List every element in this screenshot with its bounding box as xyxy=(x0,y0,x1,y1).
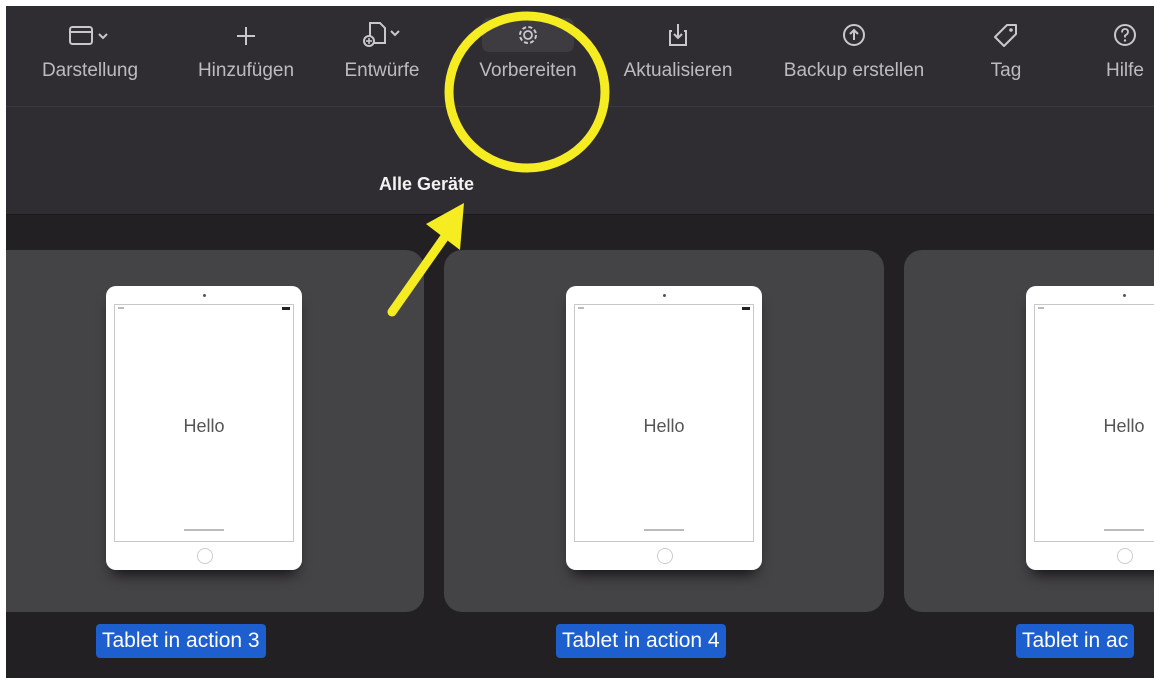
toolbar-hilfe-button[interactable]: Hilfe xyxy=(1096,6,1154,106)
device-tile[interactable]: Hello xyxy=(904,250,1154,612)
toolbar-aktualisieren-label: Aktualisieren xyxy=(623,60,733,81)
toolbar-hilfe-label: Hilfe xyxy=(1105,60,1144,81)
tablet-thumbnail: Hello xyxy=(1026,286,1154,570)
toolbar-darstellung-button[interactable]: Darstellung xyxy=(34,6,146,106)
toolbar: Darstellung Hinzufügen Entwürfe Vorberei… xyxy=(6,6,1154,215)
download-tray-icon xyxy=(666,6,690,54)
battery-icon xyxy=(282,307,290,310)
status-bar-left xyxy=(118,307,124,309)
section-title: Alle Geräte xyxy=(379,174,475,194)
toolbar-tag-button[interactable]: Tag xyxy=(976,6,1036,106)
toolbar-darstellung-label: Darstellung xyxy=(41,60,139,81)
toolbar-backup-button[interactable]: Backup erstellen xyxy=(768,6,940,106)
tablet-thumbnail: Hello xyxy=(566,286,762,570)
home-button-icon xyxy=(197,548,213,564)
toolbar-aktualisieren-button[interactable]: Aktualisieren xyxy=(612,6,744,106)
camera-dot xyxy=(202,294,206,297)
document-add-icon xyxy=(358,6,406,54)
window-icon xyxy=(66,6,114,54)
toolbar-entwuerfe-button[interactable]: Entwürfe xyxy=(334,6,430,106)
toolbar-vorbereiten-label: Vorbereiten xyxy=(479,60,577,81)
home-button-icon xyxy=(1117,548,1133,564)
battery-icon xyxy=(742,307,750,310)
tablet-screen: Hello xyxy=(1034,304,1154,542)
app-window: Darstellung Hinzufügen Entwürfe Vorberei… xyxy=(6,6,1154,678)
tablet-thumbnail: Hello xyxy=(106,286,302,570)
status-bar-left xyxy=(578,307,584,309)
press-home-text xyxy=(184,529,224,531)
status-bar-left xyxy=(1038,307,1044,309)
press-home-text xyxy=(644,529,684,531)
toolbar-tag-label: Tag xyxy=(990,60,1022,81)
device-name-label[interactable]: Tablet in action 4 xyxy=(556,624,726,658)
tablet-screen: Hello xyxy=(574,304,754,542)
toolbar-entwuerfe-label: Entwürfe xyxy=(344,60,420,81)
device-tile[interactable]: Hello xyxy=(6,250,424,612)
camera-dot xyxy=(662,294,666,297)
upload-circle-icon xyxy=(841,6,867,54)
toolbar-divider xyxy=(6,106,1154,107)
plus-icon xyxy=(234,6,258,54)
tag-icon xyxy=(993,6,1019,54)
hello-text: Hello xyxy=(1103,415,1145,436)
hello-text: Hello xyxy=(643,415,685,436)
press-home-text xyxy=(1104,529,1144,531)
tablet-screen: Hello xyxy=(114,304,294,542)
toolbar-hinzufuegen-label: Hinzufügen xyxy=(197,60,295,81)
hello-text: Hello xyxy=(183,415,225,436)
toolbar-vorbereiten-button[interactable]: Vorbereiten xyxy=(466,6,590,106)
toolbar-hinzufuegen-button[interactable]: Hinzufügen xyxy=(186,6,306,106)
toolbar-backup-label: Backup erstellen xyxy=(783,60,925,81)
device-name-label[interactable]: Tablet in action 3 xyxy=(96,624,266,658)
device-grid: Hello Hello Hello Tablet in action 3 Tab… xyxy=(6,250,1154,658)
device-name-label[interactable]: Tablet in ac xyxy=(1016,624,1135,658)
gear-icon xyxy=(482,18,574,52)
home-button-icon xyxy=(657,548,673,564)
camera-dot xyxy=(1122,294,1126,297)
device-tile[interactable]: Hello xyxy=(444,250,884,612)
help-circle-icon xyxy=(1112,6,1138,54)
